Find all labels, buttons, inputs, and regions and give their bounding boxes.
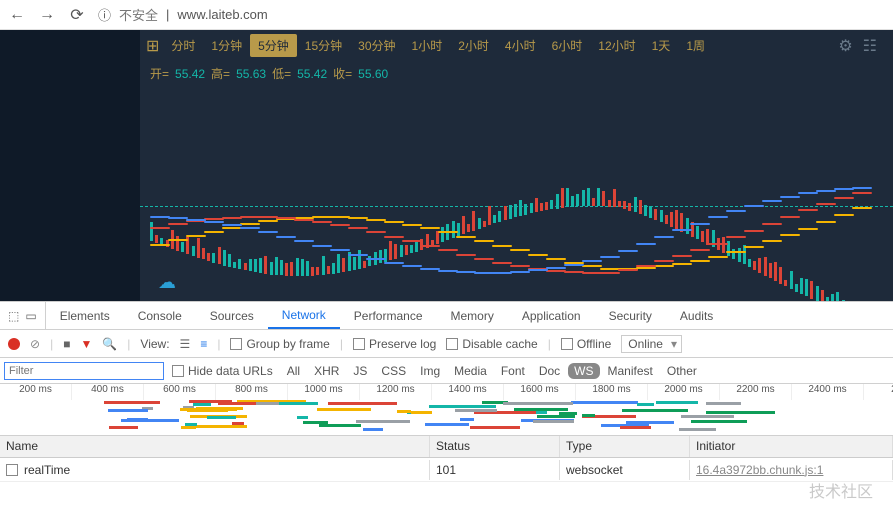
timeframe-tab-0[interactable]: 分时 <box>163 34 203 57</box>
devtools-tab-network[interactable]: Network <box>268 302 340 329</box>
col-status[interactable]: Status <box>430 436 560 457</box>
candlestick-chart[interactable]: ☁ <box>140 90 893 301</box>
waterfall-tick: 200 ms <box>0 384 72 400</box>
filter-type-manifest[interactable]: Manifest <box>602 363 659 379</box>
filter-type-js[interactable]: JS <box>347 363 373 379</box>
throttling-select[interactable]: Online <box>621 335 682 353</box>
open-value: 55.42 <box>175 67 205 81</box>
filter-icon[interactable]: ▼ <box>80 337 92 351</box>
browser-toolbar: ← → ⟳ ⓘ 不安全 | www.laiteb.com <box>0 0 893 30</box>
filter-type-media[interactable]: Media <box>448 363 493 379</box>
devtools-tab-sources[interactable]: Sources <box>196 302 268 329</box>
col-type[interactable]: Type <box>560 436 690 457</box>
waterfall-tick: 400 ms <box>72 384 144 400</box>
waterfall-tick: 2000 ms <box>648 384 720 400</box>
timeframe-tab-2[interactable]: 5分钟 <box>250 34 297 57</box>
record-button[interactable] <box>8 338 20 350</box>
waterfall-tick: 2200 ms <box>720 384 792 400</box>
waterfall-tick: 260 <box>864 384 893 400</box>
devtools-tab-memory[interactable]: Memory <box>437 302 508 329</box>
device-icon[interactable]: ▭ <box>25 309 36 323</box>
offline-checkbox[interactable]: Offline <box>561 337 611 351</box>
request-table: Name Status Type Initiator realTime101we… <box>0 436 893 524</box>
large-rows-icon[interactable]: ☰ <box>180 337 191 351</box>
network-toolbar: ⊘ | ■ ▼ 🔍 | View: ☰ ≡ | Group by frame |… <box>0 330 893 358</box>
hide-data-urls-checkbox[interactable]: Hide data URLs <box>172 364 273 378</box>
timeframe-tabs: ⊞ 分时1分钟5分钟15分钟30分钟1小时2小时4小时6小时12小时1天1周 ⚙… <box>140 30 893 61</box>
high-value: 55.63 <box>236 67 266 81</box>
timeframe-tab-10[interactable]: 1天 <box>644 34 679 57</box>
view-label: View: <box>140 337 169 351</box>
security-label: 不安全 <box>119 5 158 24</box>
chart-sidebar <box>0 30 140 301</box>
camera-icon[interactable]: ■ <box>63 337 70 351</box>
devtools-tab-elements[interactable]: Elements <box>46 302 124 329</box>
devtools-panel: ⬚ ▭ ElementsConsoleSourcesNetworkPerform… <box>0 301 893 524</box>
timeframe-tab-8[interactable]: 6小时 <box>544 34 591 57</box>
filter-type-doc[interactable]: Doc <box>533 363 566 379</box>
timeframe-tab-6[interactable]: 2小时 <box>450 34 497 57</box>
timeframe-tab-4[interactable]: 30分钟 <box>350 34 403 57</box>
filter-type-css[interactable]: CSS <box>375 363 412 379</box>
waterfall-tick: 800 ms <box>216 384 288 400</box>
chart-area: ⊞ 分时1分钟5分钟15分钟30分钟1小时2小时4小时6小时12小时1天1周 ⚙… <box>0 30 893 301</box>
filter-type-xhr[interactable]: XHR <box>308 363 345 379</box>
back-icon[interactable]: ← <box>8 6 26 24</box>
search-icon[interactable]: 🔍 <box>102 337 117 351</box>
timeframe-tab-9[interactable]: 12小时 <box>590 34 643 57</box>
filter-type-img[interactable]: Img <box>414 363 446 379</box>
clear-button[interactable]: ⊘ <box>30 337 40 351</box>
fullscreen-icon[interactable]: ⊞ <box>146 36 159 56</box>
indicator-icon[interactable]: ☷ <box>863 36 877 56</box>
waterfall-tick: 1400 ms <box>432 384 504 400</box>
url-text: www.laiteb.com <box>177 7 267 22</box>
filter-type-ws[interactable]: WS <box>568 363 599 379</box>
timeframe-tab-7[interactable]: 4小时 <box>497 34 544 57</box>
cloud-icon[interactable]: ☁ <box>158 272 176 293</box>
devtools-tab-audits[interactable]: Audits <box>666 302 727 329</box>
disable-cache-checkbox[interactable]: Disable cache <box>446 337 537 351</box>
preserve-log-checkbox[interactable]: Preserve log <box>353 337 436 351</box>
group-by-frame-checkbox[interactable]: Group by frame <box>230 337 329 351</box>
timeframe-tab-3[interactable]: 15分钟 <box>297 34 350 57</box>
timeframe-tab-1[interactable]: 1分钟 <box>203 34 250 57</box>
waterfall-icon[interactable]: ≡ <box>200 337 207 351</box>
timeframe-tab-5[interactable]: 1小时 <box>404 34 451 57</box>
gear-icon[interactable]: ⚙ <box>838 36 852 56</box>
forward-icon[interactable]: → <box>38 6 56 24</box>
timeframe-tab-11[interactable]: 1周 <box>678 34 713 57</box>
address-bar[interactable]: ⓘ 不安全 | www.laiteb.com <box>98 5 885 24</box>
filter-type-other[interactable]: Other <box>661 363 703 379</box>
waterfall-tick: 600 ms <box>144 384 216 400</box>
ohlc-display: 开=55.42 高=55.63 低=55.42 收=55.60 <box>140 61 893 86</box>
waterfall-tick: 1800 ms <box>576 384 648 400</box>
filter-row: Hide data URLs AllXHRJSCSSImgMediaFontDo… <box>0 358 893 384</box>
reload-icon[interactable]: ⟳ <box>68 6 86 24</box>
waterfall-overview[interactable]: 200 ms400 ms600 ms800 ms1000 ms1200 ms14… <box>0 384 893 436</box>
low-value: 55.42 <box>297 67 327 81</box>
devtools-tab-security[interactable]: Security <box>595 302 666 329</box>
devtools-tab-application[interactable]: Application <box>508 302 595 329</box>
waterfall-tick: 2400 ms <box>792 384 864 400</box>
waterfall-tick: 1200 ms <box>360 384 432 400</box>
devtools-tab-performance[interactable]: Performance <box>340 302 437 329</box>
request-row[interactable]: realTime101websocket16.4a3972bb.chunk.js… <box>0 458 893 482</box>
filter-input[interactable] <box>4 362 164 380</box>
col-initiator[interactable]: Initiator <box>690 436 893 457</box>
inspect-icon[interactable]: ⬚ <box>8 309 19 323</box>
waterfall-tick: 1000 ms <box>288 384 360 400</box>
waterfall-tick: 1600 ms <box>504 384 576 400</box>
close-value: 55.60 <box>358 67 388 81</box>
filter-type-all[interactable]: All <box>281 363 306 379</box>
devtools-tab-console[interactable]: Console <box>124 302 196 329</box>
col-name[interactable]: Name <box>0 436 430 457</box>
filter-type-font[interactable]: Font <box>495 363 531 379</box>
info-icon: ⓘ <box>98 5 111 24</box>
